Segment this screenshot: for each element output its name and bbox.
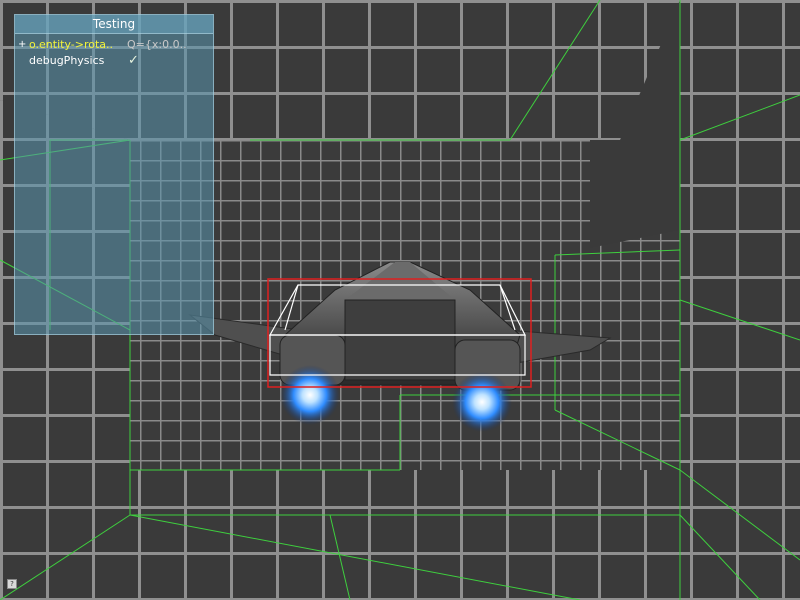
debug-panel-title[interactable]: Testing (15, 15, 213, 34)
debug-row-key: o.entity->rota.. (29, 38, 114, 51)
debug-row-value: Q={x:0.0.. (127, 38, 187, 51)
checkmark-icon[interactable]: ✓ (128, 53, 139, 69)
debug-panel[interactable]: Testing + o.entity->rota.. Q={x:0.0.. de… (14, 14, 214, 335)
debug-row-entity-rotation[interactable]: + o.entity->rota.. Q={x:0.0.. (15, 37, 213, 53)
right-thruster-glow (452, 372, 512, 432)
floor-step (400, 395, 680, 470)
debug-row-key: debugPhysics (29, 54, 105, 67)
right-wall-grid (680, 0, 800, 600)
console-toggle-icon[interactable]: ? (7, 579, 17, 589)
expand-icon[interactable]: + (18, 37, 26, 53)
ship-center-body (344, 299, 456, 381)
left-thruster-glow (280, 365, 340, 425)
debug-row-debug-physics[interactable]: debugPhysics ✓ (15, 53, 213, 69)
